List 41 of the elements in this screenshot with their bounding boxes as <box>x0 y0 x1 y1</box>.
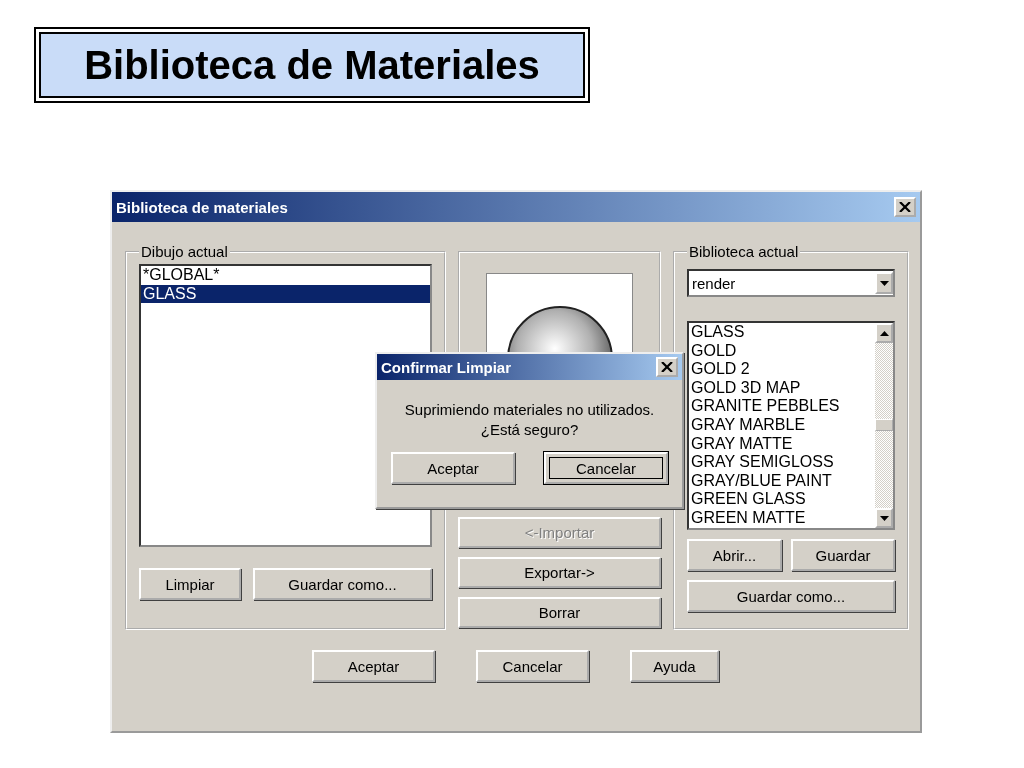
list-item[interactable]: GRAY/BLUE PAINT <box>689 471 875 491</box>
list-item[interactable]: GRAY MARBLE <box>689 415 875 435</box>
dialog-button[interactable]: Guardar como... <box>253 568 432 600</box>
dialog-button[interactable]: Exportar-> <box>458 557 661 588</box>
group-label: Dibujo actual <box>140 243 229 260</box>
caret-icon <box>879 280 889 286</box>
slide-title: Biblioteca de Materiales <box>84 42 540 88</box>
dropdown[interactable]: render <box>687 269 895 297</box>
dialog-button[interactable]: Guardar como... <box>687 580 895 612</box>
dialog-button[interactable]: Cancelar <box>544 452 668 484</box>
list-item[interactable]: GRANITE PEBBLES <box>689 397 875 416</box>
list-item[interactable]: GRAY MATTE <box>689 434 875 454</box>
window-title: Confirmar Limpiar <box>381 358 512 376</box>
dialog-button[interactable]: Aceptar <box>391 452 515 484</box>
list-item[interactable]: GOLD <box>689 341 875 361</box>
scrollbar[interactable] <box>875 323 893 528</box>
list-item[interactable]: GLASS <box>141 284 430 304</box>
list-item[interactable]: GOLD 2 <box>689 360 875 379</box>
dialog-button[interactable]: Guardar <box>791 539 895 571</box>
dialog-button[interactable]: Ayuda <box>630 650 719 682</box>
up-arrow-icon <box>879 330 889 336</box>
list-item[interactable]: GREEN MATTE <box>689 508 875 528</box>
close-button[interactable] <box>656 357 678 377</box>
down-arrow-icon <box>879 515 889 521</box>
close-icon <box>661 362 673 372</box>
list-item[interactable]: GOLD 3D MAP <box>689 378 875 398</box>
dialog-button[interactable]: Aceptar <box>312 650 435 682</box>
list-item[interactable]: GREEN GLASS <box>689 490 875 509</box>
dialog-button[interactable]: Limpiar <box>139 568 241 600</box>
dialog-button[interactable]: Borrar <box>458 597 661 628</box>
list-item[interactable]: *GLOBAL* <box>141 266 430 285</box>
list-item[interactable]: GLASS <box>689 323 875 342</box>
dialog-button[interactable]: Cancelar <box>476 650 589 682</box>
close-button[interactable] <box>894 197 916 217</box>
close-icon <box>899 202 911 212</box>
message-text: Suprimiendo materiales no utilizados. ¿Está seguro? <box>403 400 656 440</box>
dialog-button[interactable]: Abrir... <box>687 539 782 571</box>
group-label: Biblioteca actual <box>688 243 800 260</box>
scroll-thumb[interactable] <box>875 419 893 431</box>
list-item[interactable]: GRAY SEMIGLOSS <box>689 453 875 472</box>
window-title: Biblioteca de materiales <box>116 198 288 216</box>
